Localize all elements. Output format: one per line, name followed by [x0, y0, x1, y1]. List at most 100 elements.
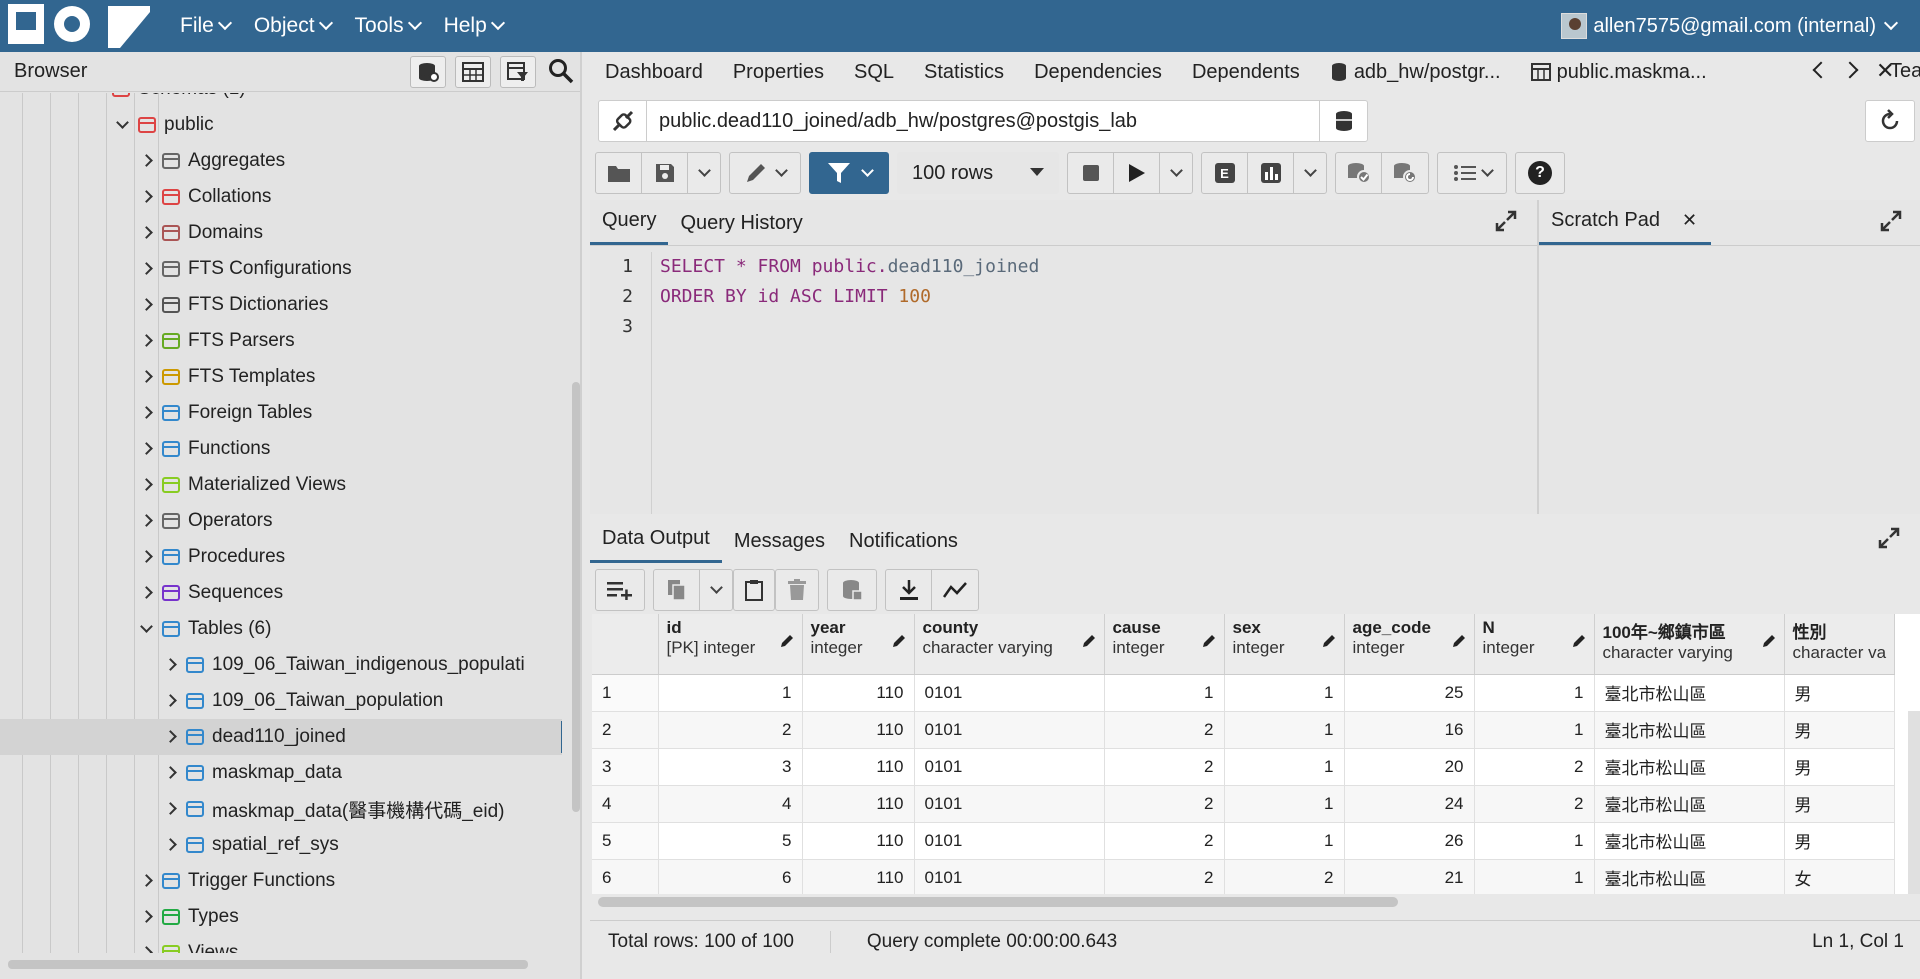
graph-visualiser-button[interactable] — [932, 570, 978, 610]
filtered-rows-button[interactable] — [500, 56, 536, 88]
table-cell[interactable]: 臺北市松山區 — [1594, 711, 1785, 749]
chevron-right-icon[interactable] — [140, 514, 153, 527]
tab-query-history[interactable]: Query History — [668, 212, 814, 245]
table-cell[interactable]: 1 — [1474, 859, 1595, 894]
chevron-right-icon[interactable] — [140, 910, 153, 923]
tree-item-types[interactable]: Types — [0, 899, 562, 935]
table-cell[interactable]: 男 — [1784, 785, 1896, 823]
table-cell[interactable]: 1 — [1474, 822, 1595, 860]
tab-table-view[interactable]: public.maskma... — [1516, 61, 1722, 84]
table-cell[interactable]: 2 — [1104, 748, 1225, 786]
tree-item-sequences[interactable]: Sequences — [0, 575, 562, 611]
maximize-icon[interactable] — [1495, 210, 1517, 238]
tab-dependencies[interactable]: Dependencies — [1019, 61, 1177, 84]
table-cell[interactable]: 110 — [802, 785, 915, 823]
save-options-button[interactable] — [688, 153, 720, 193]
table-cell[interactable]: 女 — [1784, 859, 1896, 894]
chevron-right-icon[interactable] — [140, 478, 153, 491]
tree-item-fts-templates[interactable]: FTS Templates — [0, 359, 562, 395]
table-cell[interactable]: 110 — [802, 859, 915, 894]
table-cell[interactable]: 0101 — [914, 748, 1105, 786]
column-header-7[interactable]: 100年~鄉鎮市區 character varying — [1594, 614, 1785, 675]
menu-file[interactable]: File — [180, 14, 232, 38]
table-cell[interactable]: 1 — [1224, 748, 1345, 786]
user-menu[interactable]: allen7575@gmail.com (internal) — [1561, 0, 1899, 52]
column-header-6[interactable]: Ninteger — [1474, 614, 1595, 675]
tab-notifications[interactable]: Notifications — [837, 530, 970, 563]
table-cell[interactable]: 4 — [658, 785, 803, 823]
table-cell[interactable]: 臺北市松山區 — [1594, 859, 1785, 894]
scratch-pad-textarea[interactable] — [1539, 247, 1920, 514]
table-cell[interactable]: 臺北市松山區 — [1594, 785, 1785, 823]
open-file-button[interactable] — [596, 153, 642, 193]
chevron-right-icon[interactable] — [140, 874, 153, 887]
change-connection-button[interactable] — [1319, 101, 1367, 141]
tree-item-procedures[interactable]: Procedures — [0, 539, 562, 575]
table-cell[interactable]: 2 — [1104, 859, 1225, 894]
table-cell[interactable]: 男 — [1784, 711, 1896, 749]
pencil-icon[interactable] — [1202, 634, 1216, 648]
table-cell[interactable]: 1 — [1474, 711, 1595, 749]
table-row[interactable]: 4 4 110 0101 2 1 24 2 臺北市松山區男 — [592, 785, 1896, 823]
table-row[interactable]: 1 1 110 0101 1 1 25 1 臺北市松山區男 — [592, 674, 1896, 712]
tree-vertical-scrollbar[interactable] — [572, 382, 580, 812]
table-cell[interactable]: 2 — [1104, 711, 1225, 749]
table-cell[interactable]: 1 — [1474, 674, 1595, 712]
tab-dependents[interactable]: Dependents — [1177, 61, 1315, 84]
pencil-icon[interactable] — [892, 634, 906, 648]
table-cell[interactable]: 24 — [1344, 785, 1475, 823]
chevron-right-icon[interactable] — [164, 838, 177, 851]
chevron-right-icon[interactable] — [140, 406, 153, 419]
tree-item-operators[interactable]: Operators — [0, 503, 562, 539]
chevron-right-icon[interactable] — [140, 262, 153, 275]
tab-sql[interactable]: SQL — [839, 61, 909, 84]
tab-data-output[interactable]: Data Output — [590, 527, 722, 563]
add-row-button[interactable] — [595, 569, 645, 611]
table-cell[interactable]: 0101 — [914, 711, 1105, 749]
chevron-right-icon[interactable] — [140, 370, 153, 383]
table-cell[interactable]: 1 — [1224, 822, 1345, 860]
macros-button[interactable] — [1437, 152, 1507, 194]
table-row[interactable]: 3 3 110 0101 2 1 20 2 臺北市松山區男 — [592, 748, 1896, 786]
table-cell[interactable]: 0101 — [914, 785, 1105, 823]
pencil-icon[interactable] — [780, 634, 794, 648]
table-cell[interactable]: 2 — [658, 711, 803, 749]
table-cell[interactable]: 25 — [1344, 674, 1475, 712]
chevron-left-icon[interactable] — [1812, 61, 1830, 79]
table-cell[interactable]: 男 — [1784, 674, 1896, 712]
column-header-1[interactable]: year integer — [802, 614, 915, 675]
filter-group[interactable] — [809, 152, 889, 194]
column-header-8[interactable]: 性別 character va — [1784, 614, 1896, 675]
table-cell[interactable]: 3 — [658, 748, 803, 786]
column-header-5[interactable]: age_code integer — [1344, 614, 1475, 675]
column-header-4[interactable]: sex integer — [1224, 614, 1345, 675]
table-cell[interactable]: 臺北市松山區 — [1594, 748, 1785, 786]
tree-item-maskmap-data-eid[interactable]: maskmap_data(醫事機構代碼_eid) — [0, 791, 562, 827]
chevron-right-icon[interactable] — [140, 550, 153, 563]
tree-item-foreign-tables[interactable]: Foreign Tables — [0, 395, 562, 431]
tree-item-aggregates[interactable]: Aggregates — [0, 143, 562, 179]
menu-object[interactable]: Object — [254, 14, 333, 38]
chevron-right-icon[interactable] — [164, 658, 177, 671]
tree-item-functions[interactable]: Functions — [0, 431, 562, 467]
table-cell[interactable]: 0101 — [914, 674, 1105, 712]
table-cell[interactable]: 1 — [1224, 674, 1345, 712]
tree-item-dead110-joined[interactable]: dead110_joined — [0, 719, 562, 755]
tree-item-109-06-taiwan-population[interactable]: 109_06_Taiwan_population — [0, 683, 562, 719]
query-tool-button[interactable] — [410, 56, 446, 88]
chevron-right-icon[interactable] — [140, 586, 153, 599]
stop-button[interactable] — [1068, 153, 1114, 193]
tree-item-109-06-taiwan-indigenous-populati[interactable]: 109_06_Taiwan_indigenous_populati — [0, 647, 562, 683]
chevron-right-icon[interactable] — [140, 190, 153, 203]
copy-button[interactable] — [654, 570, 700, 610]
table-cell[interactable]: 26 — [1344, 822, 1475, 860]
paste-button[interactable] — [733, 569, 775, 611]
explain-options-button[interactable] — [1294, 153, 1326, 193]
commit-button[interactable] — [1336, 153, 1382, 193]
tree-item-maskmap-data[interactable]: maskmap_data — [0, 755, 562, 791]
table-cell[interactable]: 110 — [802, 674, 915, 712]
grid-vertical-scrollbar[interactable] — [1908, 711, 1920, 894]
connection-status-icon[interactable] — [599, 101, 647, 141]
table-cell[interactable]: 臺北市松山區 — [1594, 674, 1785, 712]
table-cell[interactable]: 5 — [658, 822, 803, 860]
